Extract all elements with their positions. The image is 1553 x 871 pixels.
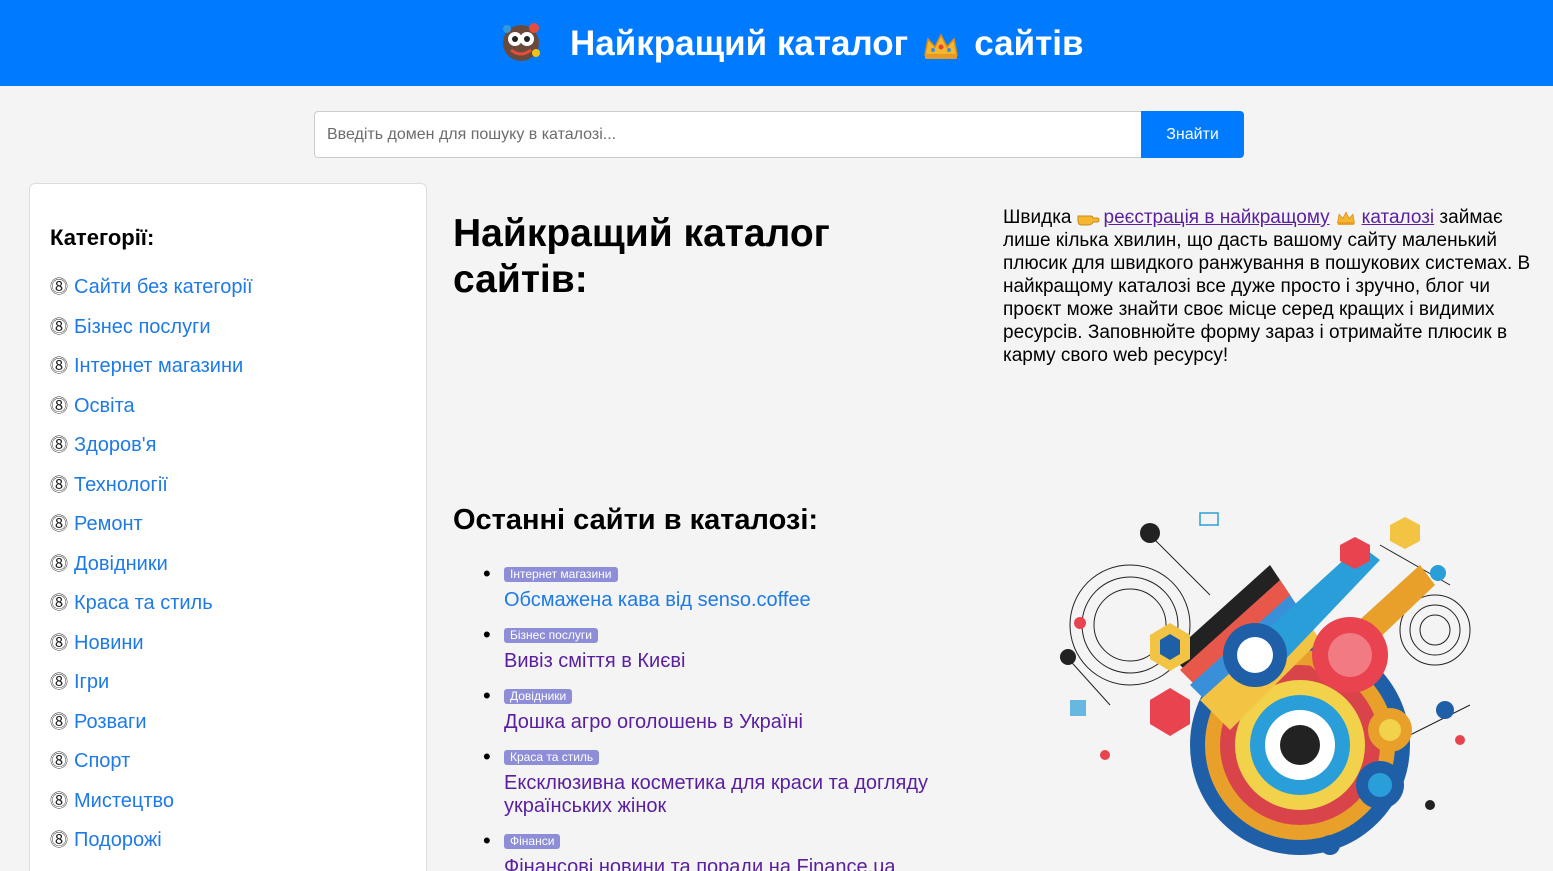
- category-link[interactable]: Новини: [74, 632, 144, 654]
- category-item: ⓼ Мистецтво: [50, 786, 253, 826]
- search-input[interactable]: [314, 111, 1142, 158]
- category-link[interactable]: Подорожі: [74, 829, 162, 851]
- chain-link-bullet-icon: ⓼: [50, 395, 68, 416]
- recent-site-link[interactable]: Обсмажена кава від senso.coffee: [504, 589, 953, 612]
- category-item: ⓼ Ремонт: [50, 509, 253, 549]
- category-item: ⓼ Подорожі: [50, 825, 253, 865]
- site-title[interactable]: Найкращий каталог сайтів: [570, 22, 1084, 66]
- recent-site-link[interactable]: Вивіз сміття в Києві: [504, 650, 953, 673]
- category-item: ⓼ Бізнес послуги: [50, 312, 253, 352]
- category-item: ⓼ Краса та стиль: [50, 588, 253, 628]
- crown-emoji-icon: [1336, 211, 1355, 225]
- recent-site-item: Краса та стиль Ексклюзивна косметика для…: [483, 744, 953, 818]
- intro-text-after: займає лише кілька хвилин, що дасть вашо…: [1003, 207, 1531, 366]
- category-item: ⓼ Спорт: [50, 746, 253, 786]
- chain-link-bullet-icon: ⓼: [50, 830, 68, 850]
- recent-sites-list: Інтернет магазини Обсмажена кава від sen…: [483, 561, 953, 871]
- recent-site-link[interactable]: Ексклюзивна косметика для краси та догля…: [504, 772, 953, 818]
- category-item: ⓼ Новини: [50, 628, 253, 668]
- category-link[interactable]: Технології: [74, 474, 168, 496]
- crown-emoji-icon: [924, 33, 959, 59]
- category-link[interactable]: Сайти без категорії: [74, 276, 253, 298]
- chain-link-bullet-icon: ⓼: [50, 316, 68, 337]
- category-item: ⓼ Здоров'я: [50, 430, 253, 470]
- pointing-hand-emoji-icon: [1077, 215, 1100, 226]
- category-badge: Інтернет магазини: [504, 567, 618, 582]
- chain-link-bullet-icon: ⓼: [50, 435, 68, 455]
- category-badge: Краса та стиль: [504, 750, 600, 765]
- category-item: ⓼ Освіта: [50, 391, 253, 431]
- chain-link-bullet-icon: ⓼: [50, 514, 68, 534]
- chain-link-bullet-icon: ⓼: [50, 751, 68, 771]
- category-link[interactable]: Довідники: [74, 553, 168, 575]
- mascot-logo-icon[interactable]: [496, 17, 546, 67]
- recent-site-item: Бізнес послуги Вивіз сміття в Києві: [483, 622, 953, 673]
- recent-site-link[interactable]: Дошка агро оголошень в Україні: [504, 711, 953, 734]
- categories-list: ⓼ Сайти без категорії ⓼ Бізнес послуги ⓼ Ін…: [50, 272, 253, 865]
- categories-sidebar: Категорії: ⓼ Сайти без категорії ⓼ Бізнес …: [29, 183, 427, 871]
- chain-link-bullet-icon: ⓼: [50, 277, 68, 297]
- search-bar: Знайти: [314, 111, 1244, 158]
- chain-link-bullet-icon: ⓼: [50, 711, 68, 732]
- site-title-part2: сайтів: [974, 24, 1084, 63]
- chain-link-bullet-icon: ⓼: [50, 790, 68, 811]
- recent-site-item: Фінанси Фінансові новини та поради на Fi…: [483, 828, 953, 871]
- category-link[interactable]: Здоров'я: [74, 434, 156, 456]
- category-link[interactable]: Освіта: [74, 395, 135, 417]
- category-item: ⓼ Розваги: [50, 707, 253, 747]
- category-link[interactable]: Розваги: [74, 711, 147, 733]
- site-header: Найкращий каталог сайтів: [0, 0, 1553, 86]
- abstract-illustration: [1060, 512, 1471, 855]
- categories-heading: Категорії:: [50, 225, 155, 250]
- category-link[interactable]: Краса та стиль: [74, 592, 213, 614]
- category-link[interactable]: Бізнес послуги: [74, 316, 211, 338]
- chain-link-bullet-icon: ⓼: [50, 672, 68, 692]
- category-badge: Фінанси: [504, 834, 561, 849]
- intro-text-before: Швидка: [1003, 207, 1072, 228]
- chain-link-bullet-icon: ⓼: [50, 593, 68, 613]
- category-item: ⓼ Технології: [50, 470, 253, 510]
- intro-text: Швидка реєстрація в найкращому каталозі …: [1003, 206, 1533, 367]
- category-item: ⓼ Ігри: [50, 667, 253, 707]
- recent-site-link[interactable]: Фінансові новини та поради на Finance.ua: [504, 856, 953, 871]
- category-badge: Бізнес послуги: [504, 628, 598, 643]
- category-link[interactable]: Спорт: [74, 750, 130, 772]
- chain-link-bullet-icon: ⓼: [50, 474, 68, 495]
- recent-site-item: Інтернет магазини Обсмажена кава від sen…: [483, 561, 953, 612]
- registration-link-part2: каталозі: [1361, 207, 1435, 228]
- recent-site-item: Довідники Дошка агро оголошень в Україні: [483, 683, 953, 734]
- site-title-part1: Найкращий каталог: [570, 24, 909, 63]
- chain-link-bullet-icon: ⓼: [50, 632, 68, 653]
- page-title: Найкращий каталог сайтів:: [453, 212, 830, 301]
- chain-link-bullet-icon: ⓼: [50, 553, 68, 574]
- category-item: ⓼ Довідники: [50, 549, 253, 589]
- category-item: ⓼ Сайти без категорії: [50, 272, 253, 312]
- search-button[interactable]: Знайти: [1141, 111, 1244, 158]
- category-link[interactable]: Мистецтво: [74, 790, 174, 812]
- category-item: ⓼ Інтернет магазини: [50, 351, 253, 391]
- category-link[interactable]: Ігри: [74, 671, 109, 693]
- chain-link-bullet-icon: ⓼: [50, 356, 68, 376]
- category-link[interactable]: Інтернет магазини: [74, 355, 243, 377]
- category-badge: Довідники: [504, 689, 573, 704]
- registration-link[interactable]: реєстрація в найкращому каталозі: [1104, 207, 1435, 228]
- recent-sites-heading: Останні сайти в каталозі:: [453, 504, 819, 536]
- category-link[interactable]: Ремонт: [74, 513, 143, 535]
- registration-link-part1: реєстрація в найкращому: [1103, 207, 1330, 228]
